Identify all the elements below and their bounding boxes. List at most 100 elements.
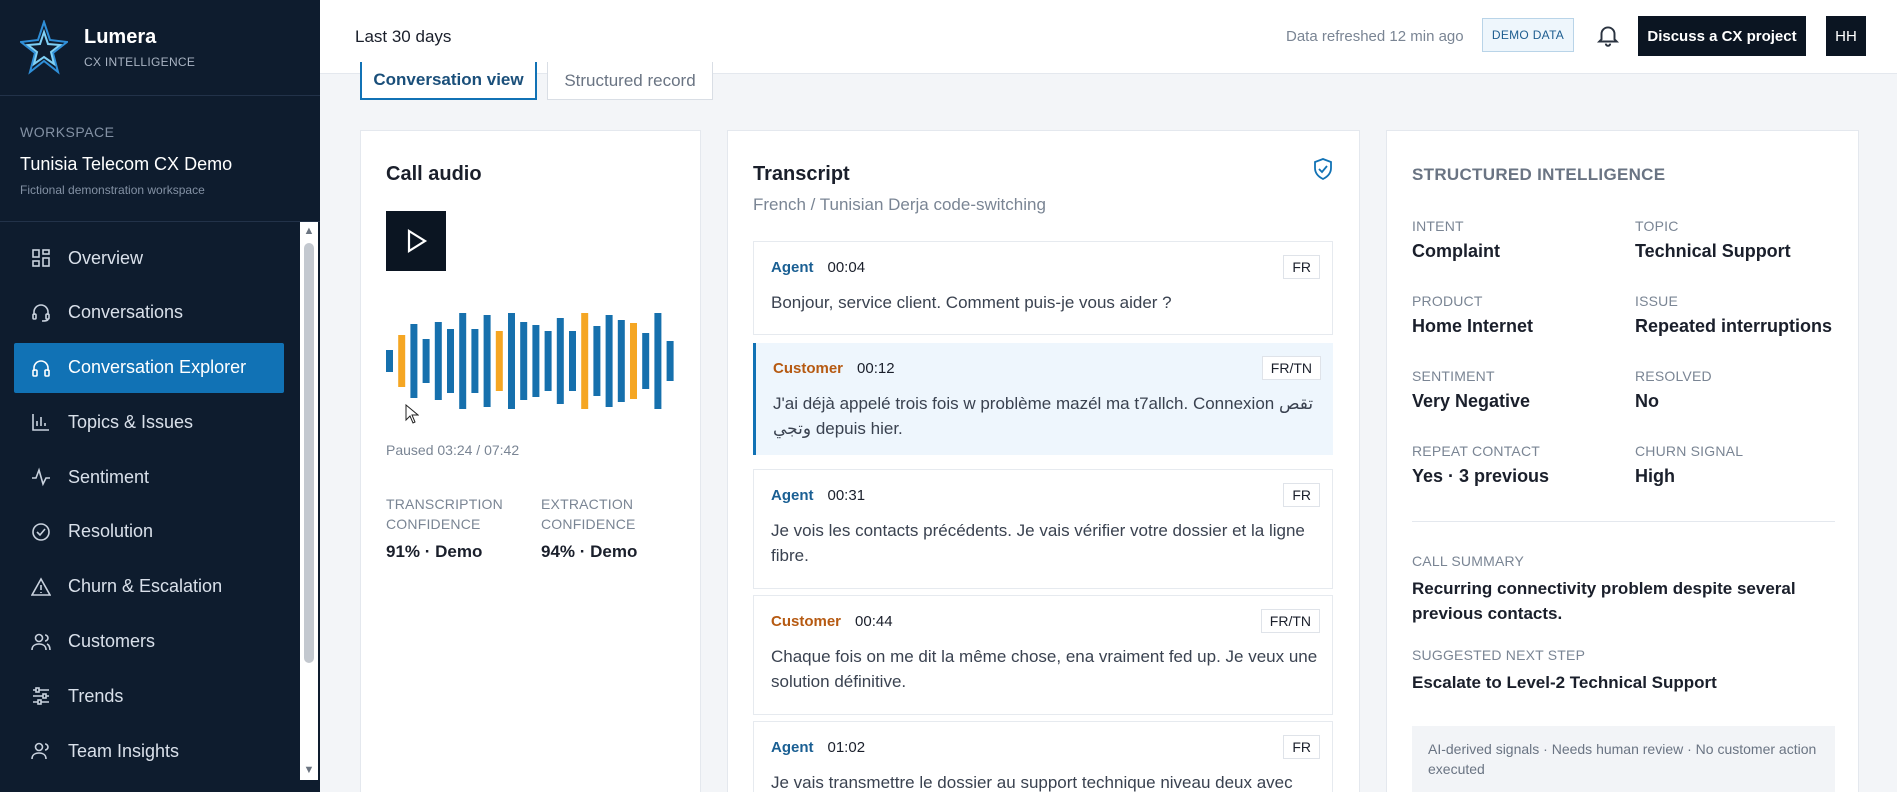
sidebar-item-label: Conversation Explorer	[68, 357, 247, 378]
next-step-value: Escalate to Level-2 Technical Support	[1412, 673, 1717, 692]
ai-disclaimer-note: AI-derived signals · Needs human review …	[1412, 726, 1835, 792]
period-selector[interactable]: Last 30 days	[355, 27, 451, 47]
field-topic: TOPIC Technical Support	[1635, 218, 1835, 262]
sidebar-item-label: Conversations	[68, 302, 184, 323]
sidebar-scroll-thumb[interactable]	[304, 243, 314, 663]
waveform-bar	[483, 315, 491, 407]
transcript-message[interactable]: Agent 01:02 FR Je vais transmettre le dos…	[753, 721, 1333, 792]
field-repeat-contact: REPEAT CONTACT Yes · 3 previous	[1412, 443, 1612, 487]
speaker-role: Customer	[771, 613, 842, 630]
users-icon	[30, 631, 52, 653]
language-tag: FR/TN	[1261, 356, 1321, 380]
extraction-confidence-value: 94% · Demo	[541, 542, 638, 561]
call-summary: CALL SUMMARY Recurring connectivity prob…	[1412, 553, 1812, 626]
sidebar: Lumera CX INTELLIGENCE WORKSPACE Tunisia…	[0, 0, 320, 792]
field-label: REPEAT CONTACT	[1412, 443, 1541, 459]
sidebar-item-label: Resolution	[68, 521, 154, 542]
mouse-cursor-icon	[405, 404, 419, 424]
waveform-bar	[471, 329, 479, 393]
field-product: PRODUCT Home Internet	[1412, 293, 1612, 337]
call-summary-label: CALL SUMMARY	[1412, 553, 1525, 569]
sidebar-item-topics-issues[interactable]: Topics & Issues	[14, 397, 284, 447]
structured-intelligence-title: STRUCTURED INTELLIGENCE	[1412, 165, 1666, 184]
sidebar-item-churn-escalation[interactable]: Churn & Escalation	[14, 562, 284, 612]
waveform-bar	[642, 333, 650, 389]
waveform-bar	[593, 326, 601, 396]
field-label: INTENT	[1412, 218, 1464, 234]
sidebar-item-label: Customers	[68, 631, 156, 652]
message-text: Chaque fois on me dit la même chose, ena…	[771, 647, 1318, 691]
field-value: High	[1635, 466, 1675, 486]
message-time: 00:12	[857, 360, 895, 377]
sidebar-item-customers[interactable]: Customers	[14, 617, 284, 667]
transcript-message[interactable]: Agent 00:04 FR Bonjour, service client. C…	[753, 241, 1333, 335]
transcript-message[interactable]: Agent 00:31 FR Je vois les contacts précé…	[753, 469, 1333, 589]
sidebar-item-resolution[interactable]: Resolution	[14, 507, 284, 557]
field-label: RESOLVED	[1635, 368, 1712, 384]
transcript-title: Transcript	[753, 163, 850, 185]
waveform-bar	[581, 313, 589, 409]
waveform-bar	[447, 329, 454, 393]
waveform-bar	[422, 339, 430, 383]
star-logo-icon	[20, 20, 68, 75]
sidebar-item-overview[interactable]: Overview	[14, 233, 284, 283]
discuss-project-button[interactable]: Discuss a CX project	[1638, 16, 1806, 56]
transcription-confidence: TRANSCRIPTION CONFIDENCE 91% · Demo	[386, 494, 516, 562]
call-audio-title: Call audio	[386, 163, 482, 185]
field-value: Very Negative	[1412, 391, 1531, 411]
structured-intelligence-card: STRUCTURED INTELLIGENCE INTENT Complaint…	[1386, 130, 1859, 792]
speaker-role: Agent	[771, 739, 814, 756]
sidebar-item-conversations[interactable]: Conversations	[14, 288, 284, 338]
workspace-note: Fictional demonstration workspace	[20, 183, 205, 197]
play-icon	[407, 229, 428, 253]
grid-icon	[30, 247, 52, 269]
transcript-card: Transcript French / Tunisian Derja code-…	[727, 130, 1360, 792]
refresh-status: Data refreshed 12 min ago	[1286, 28, 1464, 45]
scroll-down-icon[interactable]: ▼	[301, 763, 317, 777]
brand-name: Lumera	[84, 26, 157, 48]
call-summary-value: Recurring connectivity problem despite s…	[1412, 579, 1796, 623]
pulse-icon	[30, 466, 52, 488]
sidebar-item-label: Churn & Escalation	[68, 576, 223, 597]
waveform-bar	[398, 335, 406, 387]
tab-conversation-view[interactable]: Conversation view	[360, 62, 537, 100]
bar-chart-icon	[30, 411, 52, 433]
audio-waveform[interactable]	[386, 311, 681, 411]
field-label: TOPIC	[1635, 218, 1679, 234]
message-time: 01:02	[827, 739, 866, 756]
language-tag: FR	[1283, 255, 1320, 279]
waveform-bar	[569, 331, 576, 391]
sidebar-item-conversation-explorer[interactable]: Conversation Explorer	[14, 342, 284, 393]
field-sentiment: SENTIMENT Very Negative	[1412, 368, 1612, 412]
next-step-label: SUGGESTED NEXT STEP	[1412, 647, 1586, 663]
shield-check-icon[interactable]	[1312, 157, 1334, 181]
waveform-bar	[630, 323, 637, 399]
team-icon	[30, 740, 52, 762]
playback-status: Paused 03:24 / 07:42	[386, 442, 520, 458]
message-time: 00:31	[827, 487, 866, 504]
avatar[interactable]: HH	[1826, 16, 1866, 56]
warning-icon	[30, 576, 52, 598]
workspace-name[interactable]: Tunisia Telecom CX Demo	[20, 154, 232, 175]
bell-icon[interactable]	[1595, 22, 1621, 48]
waveform-bar	[654, 313, 662, 409]
play-button[interactable]	[386, 211, 446, 271]
message-text: Je vois les contacts précédents. Je vais…	[771, 521, 1305, 565]
scroll-up-icon[interactable]: ▲	[301, 224, 317, 238]
extraction-confidence: EXTRACTION CONFIDENCE 94% · Demo	[541, 494, 671, 562]
sidebar-item-label: Topics & Issues	[68, 411, 194, 432]
speaker-role: Customer	[773, 360, 844, 377]
transcript-message[interactable]: Customer 00:44 FR/TN Chaque fois on me di…	[753, 595, 1333, 715]
field-value: Yes · 3 previous	[1412, 466, 1550, 486]
field-resolved: RESOLVED No	[1635, 368, 1835, 412]
transcription-confidence-value: 91% · Demo	[386, 542, 483, 561]
sidebar-item-sentiment[interactable]: Sentiment	[14, 452, 284, 502]
sidebar-item-label: Sentiment	[68, 466, 150, 487]
transcript-message[interactable]: Customer 00:12 FR/TN J'ai déjà appelé tro…	[753, 343, 1333, 455]
tab-structured-record[interactable]: Structured record	[547, 62, 713, 100]
brand[interactable]: Lumera CX INTELLIGENCE	[20, 20, 195, 75]
language-tag: FR/TN	[1260, 609, 1320, 633]
sidebar-item-trends[interactable]: Trends	[14, 671, 284, 721]
sidebar-item-team-insights[interactable]: Team Insights	[14, 726, 284, 776]
sidebar-divider	[0, 95, 320, 96]
